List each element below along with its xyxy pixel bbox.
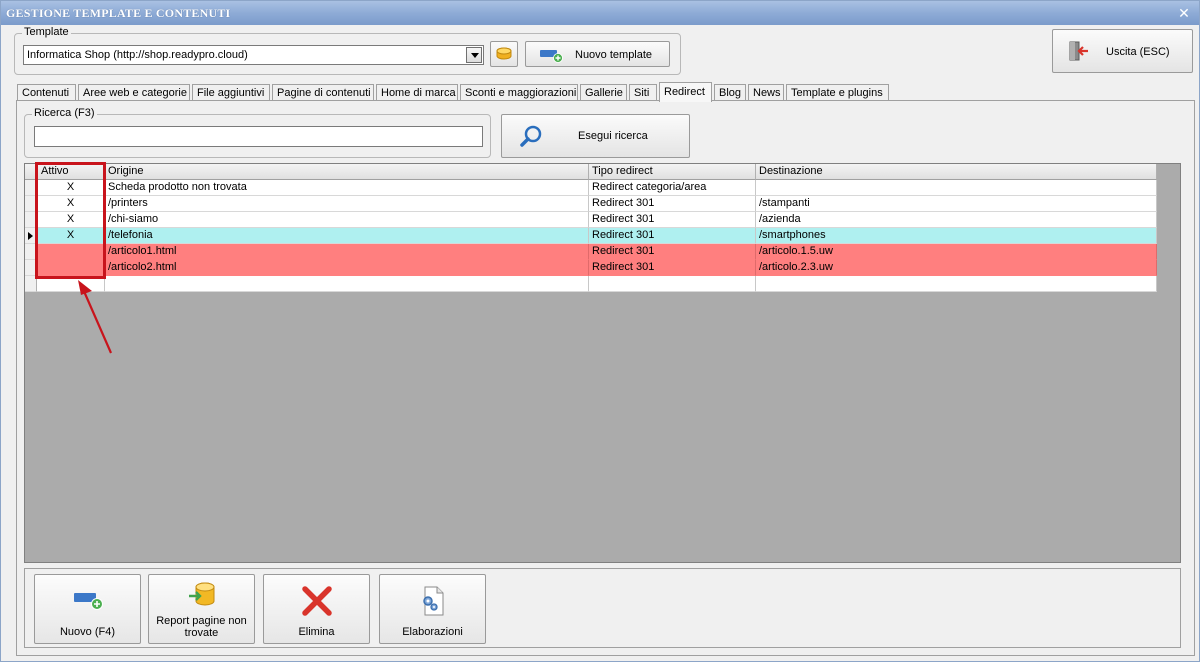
tab-label: File aggiuntivi <box>197 87 265 99</box>
cell-destinazione[interactable] <box>756 276 1157 292</box>
report-label-line-1: Report pagine non <box>156 615 247 627</box>
cell-tipo[interactable]: Redirect 301 <box>589 260 756 276</box>
tab-label: News <box>753 87 781 99</box>
delete-button[interactable]: Elimina <box>263 574 370 644</box>
table-row-selected[interactable]: X /telefonia Redirect 301 /smartphones <box>25 228 1157 244</box>
database-icon <box>496 47 512 60</box>
row-header-corner <box>25 164 37 180</box>
new-template-button[interactable]: Nuovo template <box>525 41 670 67</box>
column-header-tipo[interactable]: Tipo redirect <box>589 164 756 180</box>
column-header-attivo[interactable]: Attivo <box>37 164 105 180</box>
tab-label: Redirect <box>664 86 705 98</box>
dropdown-arrow-icon[interactable] <box>466 47 482 63</box>
cell-tipo[interactable] <box>589 276 756 292</box>
new-item-icon <box>73 593 103 610</box>
exit-label: Uscita (ESC) <box>1106 46 1170 58</box>
cell-origine[interactable] <box>105 276 589 292</box>
cell-tipo[interactable]: Redirect 301 <box>589 196 756 212</box>
template-select[interactable]: Informatica Shop (http://shop.readypro.c… <box>23 45 484 65</box>
app-window: GESTIONE TEMPLATE E CONTENUTI ✕ Template… <box>0 0 1200 662</box>
table-row[interactable]: X Scheda prodotto non trovata Redirect c… <box>25 180 1157 196</box>
cell-origine[interactable]: /articolo1.html <box>105 244 589 260</box>
cell-origine[interactable]: /telefonia <box>105 228 589 244</box>
cell-attivo[interactable]: X <box>37 212 105 228</box>
row-selector[interactable] <box>25 276 37 292</box>
cell-attivo[interactable] <box>37 260 105 276</box>
tab-label: Sconti e maggiorazioni <box>465 87 577 99</box>
tab-redirect[interactable]: Redirect <box>659 82 712 102</box>
run-search-button[interactable]: Esegui ricerca <box>501 114 690 158</box>
row-selector[interactable] <box>25 260 37 276</box>
cell-tipo[interactable]: Redirect 301 <box>589 228 756 244</box>
processing-button[interactable]: Elaborazioni <box>379 574 486 644</box>
cell-destinazione[interactable] <box>756 180 1157 196</box>
exit-door-icon <box>1069 41 1088 61</box>
grid-header: Attivo Origine Tipo redirect Destinazion… <box>25 164 1157 180</box>
tab-label: Template e plugins <box>791 87 883 99</box>
cell-destinazione[interactable]: /articolo.1.5.uw <box>756 244 1157 260</box>
tab-label: Pagine di contenuti <box>277 87 371 99</box>
tab-strip: Contenuti Aree web e categorie File aggi… <box>17 82 1197 102</box>
row-selector[interactable] <box>25 180 37 196</box>
delete-x-icon <box>301 586 332 616</box>
report-not-found-button[interactable]: Report pagine non trovate <box>148 574 255 644</box>
run-search-label: Esegui ricerca <box>578 130 648 142</box>
row-selector[interactable] <box>25 196 37 212</box>
cell-origine[interactable]: Scheda prodotto non trovata <box>105 180 589 196</box>
cell-origine[interactable]: /articolo2.html <box>105 260 589 276</box>
row-selector[interactable] <box>25 212 37 228</box>
cell-destinazione[interactable]: /articolo.2.3.uw <box>756 260 1157 276</box>
row-selector[interactable] <box>25 228 37 244</box>
current-row-pointer-icon <box>28 232 33 240</box>
cell-attivo[interactable]: X <box>37 196 105 212</box>
cell-attivo[interactable] <box>37 244 105 260</box>
cell-tipo[interactable]: Redirect 301 <box>589 212 756 228</box>
tab-label: Blog <box>719 87 742 99</box>
new-template-label: Nuovo template <box>575 49 653 61</box>
tab-label: Home di marca <box>381 87 456 99</box>
settings-document-icon <box>422 586 443 616</box>
cell-origine[interactable]: /printers <box>105 196 589 212</box>
close-icon[interactable]: ✕ <box>1175 4 1193 22</box>
new-item-icon <box>540 50 563 63</box>
row-selector[interactable] <box>25 244 37 260</box>
exit-button[interactable]: Uscita (ESC) <box>1052 29 1193 73</box>
window-title: GESTIONE TEMPLATE E CONTENUTI <box>6 6 231 20</box>
processing-button-label: Elaborazioni <box>402 626 463 638</box>
table-row-new[interactable] <box>25 276 1157 292</box>
cell-attivo[interactable]: X <box>37 180 105 196</box>
redirect-grid: Attivo Origine Tipo redirect Destinazion… <box>24 163 1181 563</box>
tab-label: Gallerie <box>585 87 623 99</box>
new-button-label: Nuovo (F4) <box>59 626 116 638</box>
table-row-inactive[interactable]: /articolo2.html Redirect 301 /articolo.2… <box>25 260 1157 276</box>
database-button[interactable] <box>490 41 518 67</box>
tab-label: Siti <box>634 87 650 99</box>
title-bar: GESTIONE TEMPLATE E CONTENUTI ✕ <box>1 1 1199 25</box>
delete-button-label: Elimina <box>298 626 335 638</box>
template-group-label: Template <box>22 26 71 38</box>
table-row[interactable]: X /printers Redirect 301 /stampanti <box>25 196 1157 212</box>
tab-label: Aree web e categorie <box>83 87 187 99</box>
cell-tipo[interactable]: Redirect categoria/area <box>589 180 756 196</box>
report-label-line-2: trovate <box>184 627 219 639</box>
column-header-origine[interactable]: Origine <box>105 164 589 180</box>
search-input[interactable] <box>34 126 483 147</box>
cell-attivo[interactable]: X <box>37 228 105 244</box>
new-button[interactable]: Nuovo (F4) <box>34 574 141 644</box>
column-header-destinazione[interactable]: Destinazione <box>756 164 1157 180</box>
table-row-inactive[interactable]: /articolo1.html Redirect 301 /articolo.1… <box>25 244 1157 260</box>
cell-destinazione[interactable]: /stampanti <box>756 196 1157 212</box>
cell-attivo[interactable] <box>37 276 105 292</box>
cell-tipo[interactable]: Redirect 301 <box>589 244 756 260</box>
magnifier-icon <box>520 125 542 147</box>
report-button-label: Report pagine non trovate <box>149 615 254 639</box>
cell-destinazione[interactable]: /smartphones <box>756 228 1157 244</box>
cell-destinazione[interactable]: /azienda <box>756 212 1157 228</box>
database-export-icon <box>188 582 214 606</box>
table-row[interactable]: X /chi-siamo Redirect 301 /azienda <box>25 212 1157 228</box>
tab-label: Contenuti <box>22 87 70 99</box>
cell-origine[interactable]: /chi-siamo <box>105 212 589 228</box>
template-select-value: Informatica Shop (http://shop.readypro.c… <box>27 49 248 61</box>
search-group-label: Ricerca (F3) <box>32 107 97 119</box>
